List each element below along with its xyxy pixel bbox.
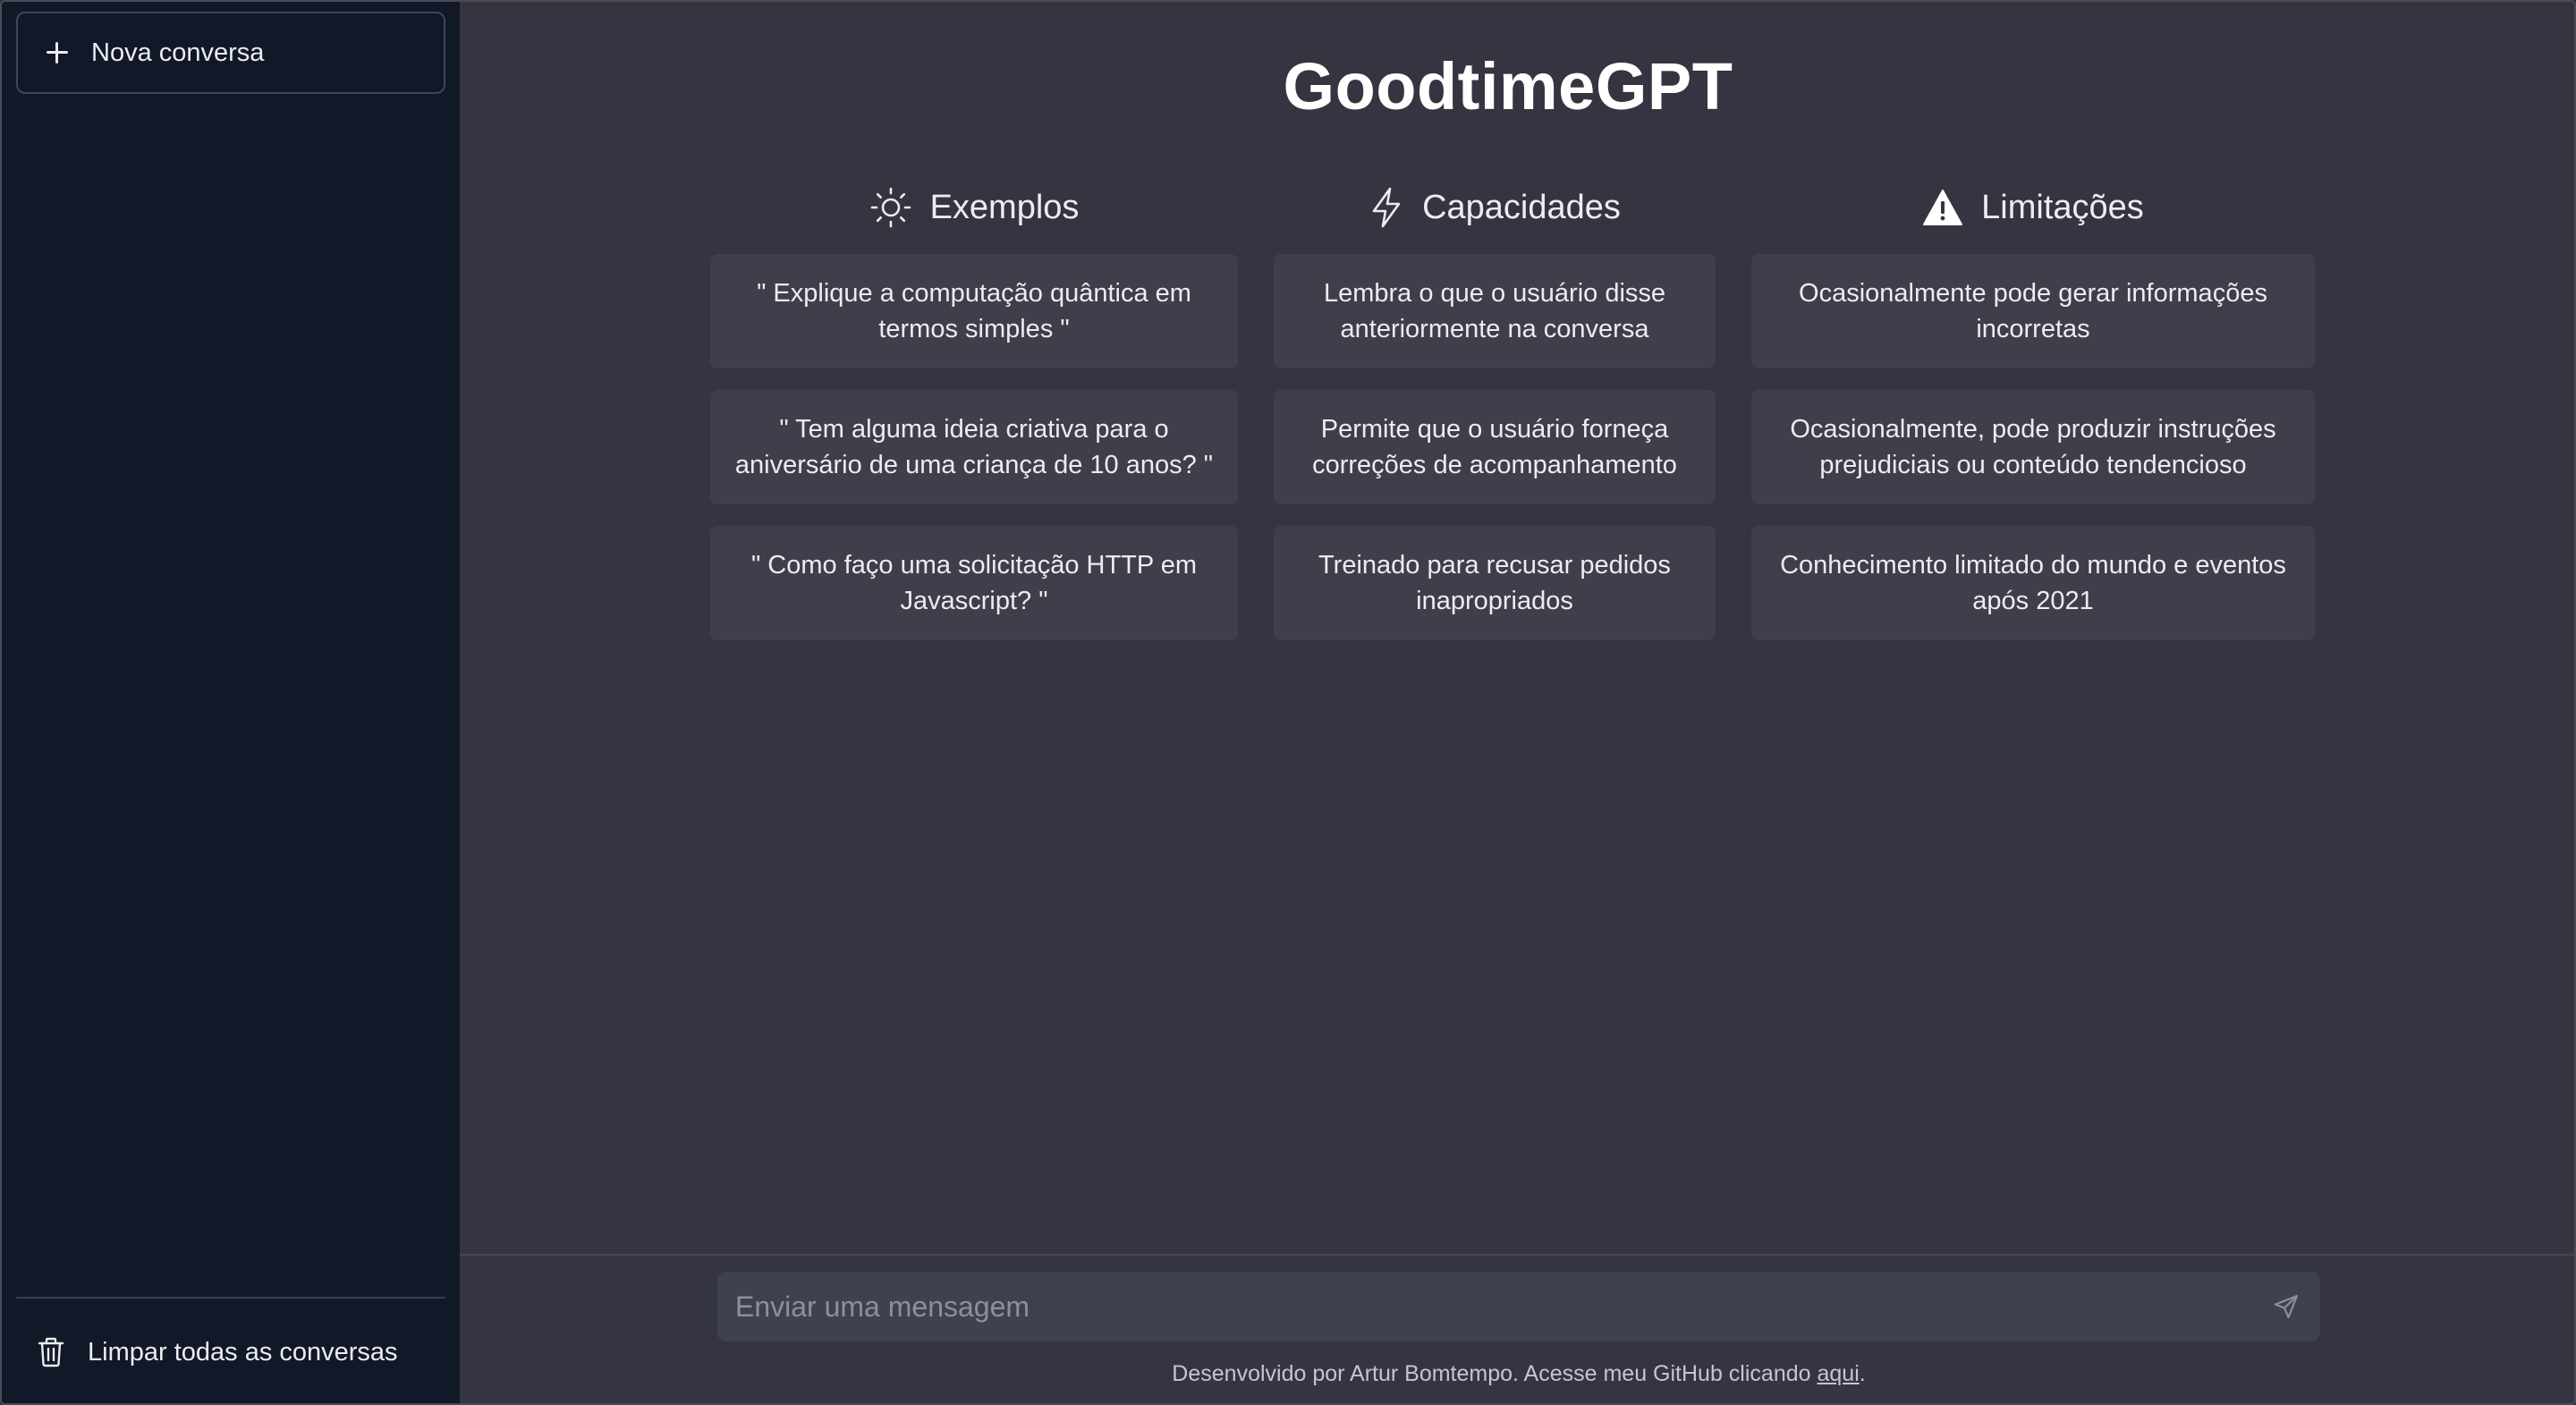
example-card-text: " Explique a computação quântica em term… [757, 279, 1191, 343]
new-chat-label: Nova conversa [91, 38, 265, 67]
app-title: GoodtimeGPT [1283, 49, 1733, 123]
clear-conversations-label: Limpar todas as conversas [88, 1337, 398, 1367]
limitation-card: Conhecimento limitado do mundo e eventos… [1751, 526, 2315, 640]
github-link[interactable]: aqui [1817, 1361, 1859, 1386]
example-card[interactable]: " Como faço uma solicitação HTTP em Java… [710, 526, 1238, 640]
limitation-card: Ocasionalmente, pode produzir instruções… [1751, 390, 2315, 504]
limitation-card: Ocasionalmente pode gerar informações in… [1751, 254, 2315, 368]
capabilities-heading: Capacidades [1274, 181, 1716, 234]
capabilities-heading-label: Capacidades [1422, 188, 1621, 226]
capability-card: Permite que o usuário forneça correções … [1274, 390, 1716, 504]
app-window: Nova conversa Limpar todas as conversas … [0, 0, 2576, 1405]
footer-period: . [1859, 1361, 1866, 1386]
sidebar: Nova conversa Limpar todas as conversas [2, 2, 460, 1403]
clear-conversations-button[interactable]: Limpar todas as conversas [16, 1316, 445, 1388]
examples-heading-label: Exemplos [929, 188, 1080, 226]
main-panel: GoodtimeGPT Exemplos " Explique a comput… [460, 2, 2574, 1403]
limitation-card-text: Conhecimento limitado do mundo e eventos… [1780, 551, 2286, 615]
limitations-heading-label: Limitações [1981, 188, 2144, 226]
limitation-card-text: Ocasionalmente pode gerar informações in… [1799, 279, 2267, 343]
capability-card-text: Treinado para recusar pedidos inapropria… [1318, 551, 1671, 615]
footer-text: Desenvolvido por Artur Bomtempo. Acesse … [1172, 1361, 1818, 1386]
capability-card-text: Permite que o usuário forneça correções … [1312, 415, 1677, 479]
send-icon [2274, 1294, 2299, 1319]
trash-icon [38, 1337, 64, 1367]
example-card[interactable]: " Explique a computação quântica em term… [710, 254, 1238, 368]
capabilities-column: Capacidades Lembra o que o usuário disse… [1274, 181, 1716, 662]
capability-card: Treinado para recusar pedidos inapropria… [1274, 526, 1716, 640]
example-card[interactable]: " Tem alguma ideia criativa para o anive… [710, 390, 1238, 504]
examples-heading: Exemplos [710, 181, 1238, 234]
example-card-text: " Tem alguma ideia criativa para o anive… [734, 415, 1214, 479]
send-button[interactable] [2268, 1289, 2304, 1325]
message-input[interactable] [733, 1289, 2268, 1325]
example-card-text: " Como faço uma solicitação HTTP em Java… [750, 551, 1198, 615]
limitation-card-text: Ocasionalmente, pode produzir instruções… [1790, 415, 2276, 479]
examples-column: Exemplos " Explique a computação quântic… [710, 181, 1238, 662]
capability-card: Lembra o que o usuário disse anteriormen… [1274, 254, 1716, 368]
sidebar-divider [16, 1297, 445, 1299]
sun-icon [870, 187, 911, 228]
limitations-column: Limitações Ocasionalmente pode gerar inf… [1751, 181, 2315, 662]
plus-icon [45, 40, 70, 65]
composer-divider [460, 1254, 2574, 1256]
capability-card-text: Lembra o que o usuário disse anteriormen… [1323, 279, 1666, 343]
limitations-heading: Limitações [1751, 181, 2315, 234]
footer-note: Desenvolvido por Artur Bomtempo. Acesse … [460, 1361, 2574, 1387]
lightning-icon [1372, 187, 1401, 228]
warning-icon [1923, 190, 1963, 225]
new-chat-button[interactable]: Nova conversa [16, 12, 445, 94]
message-composer [717, 1272, 2320, 1342]
